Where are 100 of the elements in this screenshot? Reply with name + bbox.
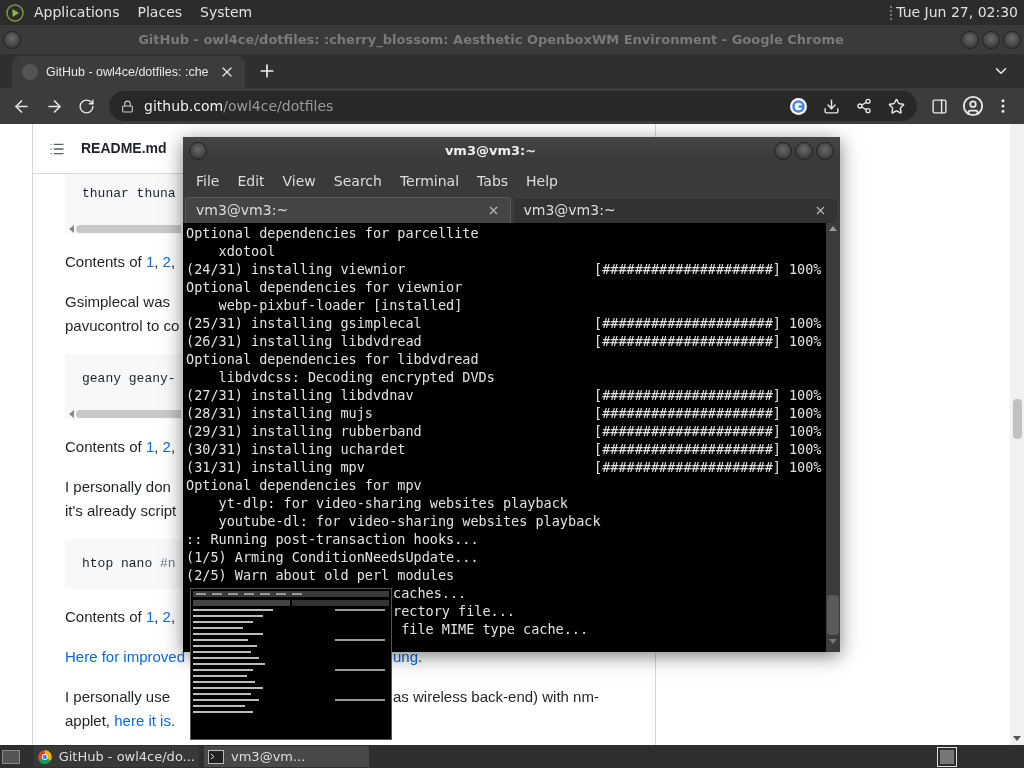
terminal-line: xdotool [217, 243, 276, 259]
vertical-scrollbar[interactable] [826, 223, 840, 652]
star-icon[interactable] [888, 97, 905, 115]
progress-percent: 100% [788, 458, 822, 476]
paragraph-text: Contents of 1, 2, [65, 608, 176, 625]
install-icon[interactable] [823, 97, 840, 115]
progress-bar-text: [#####################] [594, 458, 781, 476]
terminal-line: file MIME type cache... [400, 621, 589, 637]
panel-menu[interactable]: System [200, 2, 253, 23]
terminal-line: (2/5) Warn about old perl modules [186, 567, 455, 583]
terminal-line: (26/31) installing libdvdread [186, 333, 422, 349]
terminal-line: (1/5) Arming ConditionNeedsUpdate... [186, 549, 479, 565]
close-icon[interactable] [814, 204, 827, 217]
site-icon [22, 64, 38, 80]
window-menu-button[interactable] [3, 30, 21, 49]
terminal-line: libdvdcss: Decoding encrypted DVDs [217, 369, 495, 385]
panel-menu[interactable]: Applications [34, 2, 120, 23]
terminal-line: (29/31) installing rubberband [186, 423, 422, 439]
link[interactable]: 2 [162, 253, 171, 270]
terminal-line: (25/31) installing gsimplecal [186, 315, 422, 331]
progress-percent: 100% [788, 332, 822, 350]
link[interactable]: 2 [162, 608, 171, 625]
close-button[interactable] [1003, 30, 1021, 49]
terminal-icon [208, 749, 224, 764]
taskbar-button[interactable]: GitHub - owl4ce/do... [34, 746, 199, 767]
browser-tab[interactable]: GitHub - owl4ce/dotfiles: :che [12, 56, 245, 88]
paragraph-text: applet, here it is. [65, 712, 176, 729]
profile-icon[interactable] [962, 95, 984, 117]
terminal-line: (24/31) installing viewnior [186, 261, 406, 277]
paragraph-text: Contents of 1, 2, [65, 253, 176, 270]
code-text: geany geany- [82, 371, 176, 386]
google-icon[interactable] [790, 97, 807, 115]
progress-bar-text: [#####################] [594, 260, 781, 278]
taskbar-button[interactable]: vm3@vm... [204, 746, 369, 767]
side-panel-icon[interactable] [931, 97, 948, 115]
terminal-line: rectory file... [393, 603, 515, 619]
menu-item[interactable]: Edit [228, 170, 274, 192]
menu-item[interactable]: View [273, 170, 325, 192]
terminal-tab[interactable]: vm3@vm3:~ [185, 197, 511, 223]
terminal-line: youtube-dl: for video-sharing websites playback [217, 513, 601, 529]
vertical-scrollbar[interactable] [1010, 124, 1024, 745]
progress-percent: 100% [788, 440, 822, 458]
maximize-button[interactable] [982, 30, 1000, 49]
progress-bar-text: [#####################] [594, 332, 781, 350]
progress-bar-text: [#####################] [594, 440, 781, 458]
close-button[interactable] [816, 142, 834, 160]
menu-item[interactable]: Tabs [468, 170, 518, 192]
menu-item[interactable]: Terminal [390, 170, 469, 192]
lock-icon [121, 99, 134, 113]
terminal-line: Optional dependencies for parcellite [186, 225, 479, 241]
link[interactable]: ung [393, 648, 419, 665]
browser-icon [38, 748, 52, 765]
progress-percent: 100% [788, 314, 822, 332]
paragraph-text: ung. [393, 648, 423, 665]
file-header: README.md [81, 139, 167, 158]
progress-percent: 100% [788, 260, 822, 278]
terminal-line: :: Running post-transaction hooks... [186, 531, 479, 547]
workspace-icon[interactable] [937, 746, 957, 767]
progress-bar-text: [#####################] [594, 404, 781, 422]
terminal-line: (27/31) installing libdvdnav [186, 387, 414, 403]
progress-bar-text: [#####################] [594, 386, 781, 404]
progress-percent: 100% [788, 386, 822, 404]
maximize-button[interactable] [795, 142, 813, 160]
progress-percent: 100% [788, 404, 822, 422]
clock: Tue Jun 27, 02:30 [896, 3, 1018, 22]
paragraph-text: Contents of 1, 2, [65, 438, 176, 455]
terminal-line: caches... [393, 585, 467, 601]
code-comment: #n [160, 556, 176, 571]
paragraph-text: I personally don [65, 478, 171, 495]
terminal-line: Optional dependencies for mpv [186, 477, 422, 493]
minimize-button[interactable] [774, 142, 792, 160]
code-text: thunar thuna [82, 186, 176, 201]
show-desktop-icon[interactable] [2, 749, 20, 764]
paragraph-text: as wireless back-end) with nm- [393, 688, 599, 705]
code-text: htop nano [82, 556, 154, 571]
panel-menu[interactable]: Places [137, 2, 183, 23]
address-bar[interactable]: github.com/owl4ce/dotfiles [109, 91, 917, 121]
menu-item[interactable]: File [187, 170, 229, 192]
window-title: GitHub - owl4ce/dotfiles: :cherry_blossom: Aesthetic OpenboxWM Environment - Google Chrome [137, 30, 845, 50]
progress-percent: 100% [788, 422, 822, 440]
menu-item[interactable]: Help [517, 170, 567, 192]
paragraph-text: Gsimplecal was [65, 293, 171, 310]
terminal-tab[interactable]: vm3@vm3:~ [512, 197, 838, 223]
link[interactable]: Here for improved [65, 648, 186, 665]
paragraph-text: pavucontrol to co [65, 317, 180, 334]
terminal-line: yt-dlp: for video-sharing websites playback [217, 495, 568, 511]
progress-bar-text: [#####################] [594, 314, 781, 332]
terminal-line: (28/31) installing mujs [186, 405, 373, 421]
terminal-line: Optional dependencies for libdvdread [186, 351, 479, 367]
reload-icon[interactable] [78, 97, 95, 115]
menu-item[interactable]: Search [324, 170, 391, 192]
window-menu-button[interactable] [189, 142, 207, 160]
paragraph-text: it's already script [65, 502, 177, 519]
minimize-button[interactable] [961, 30, 979, 49]
logo-icon[interactable] [6, 3, 24, 22]
terminal-line: webp-pixbuf-loader [installed] [217, 297, 463, 313]
link[interactable]: 2 [162, 438, 171, 455]
link[interactable]: here it is [114, 712, 171, 729]
paragraph-text: I personally use [65, 688, 171, 705]
share-icon[interactable] [856, 98, 872, 114]
